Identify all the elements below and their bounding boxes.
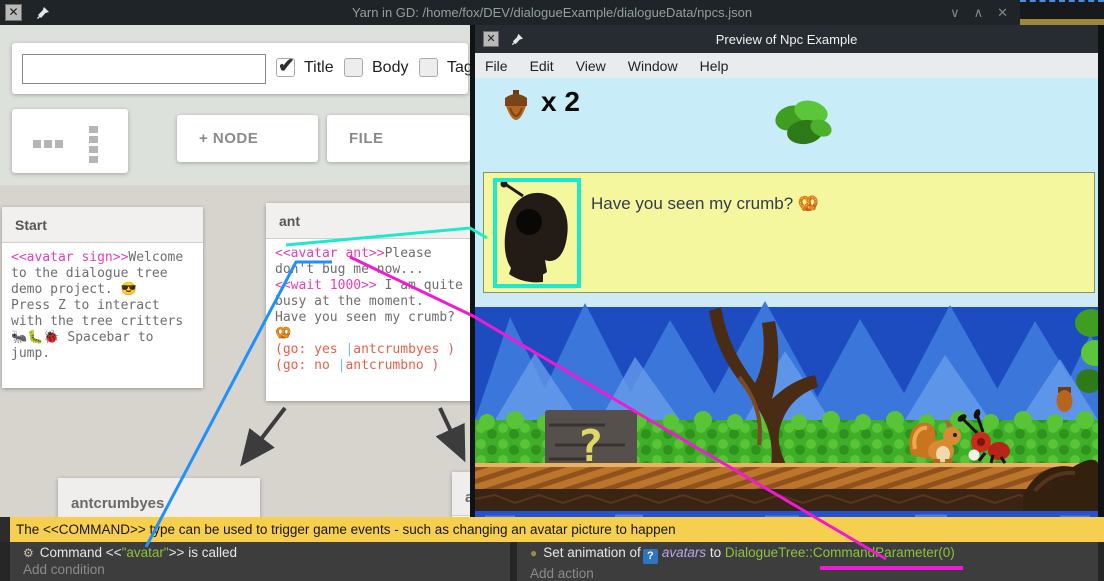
- search-input[interactable]: [22, 54, 266, 84]
- body-checkbox[interactable]: [344, 58, 363, 77]
- action-panel[interactable]: ●Set animation of?avatars to DialogueTre…: [517, 542, 1098, 581]
- minimize-button[interactable]: ∨: [950, 5, 960, 21]
- info-bar-notch: [0, 517, 10, 542]
- filter-body[interactable]: Body: [344, 58, 408, 77]
- preview-title: Preview of Npc Example: [475, 32, 1098, 47]
- dialogue-text: Have you seen my crumb? 🥨: [591, 194, 819, 214]
- info-bar: The <<COMMAND>> type can be used to trig…: [0, 517, 1104, 542]
- tags-checkbox[interactable]: [419, 58, 438, 77]
- check-icon: ✔: [278, 53, 295, 78]
- search-card: ✔ Title Body Tags: [12, 43, 468, 94]
- unknown-object-icon: ?: [643, 549, 658, 564]
- falling-acorn-sprite: [1057, 387, 1073, 412]
- menu-help[interactable]: Help: [700, 58, 729, 74]
- dialogue-box: Have you seen my crumb? 🥨: [483, 172, 1095, 293]
- layout-toggle-card[interactable]: [12, 109, 128, 173]
- leaf-sprite: [771, 96, 835, 150]
- game-viewport[interactable]: x 2 Have you s: [475, 78, 1098, 581]
- filter-title[interactable]: ✔ Title: [276, 58, 334, 77]
- wait-command: <<wait 1000>>: [275, 278, 377, 293]
- node-ant-title[interactable]: ant: [266, 203, 472, 239]
- menu-file[interactable]: File: [485, 58, 508, 74]
- node-start-body[interactable]: <<avatar sign>>Welcome to the dialogue t…: [2, 243, 203, 369]
- yarn-window-titlebar: ✕ Yarn in GD: /home/fox/DEV/dialogueExam…: [0, 0, 1104, 25]
- node-start-title[interactable]: Start: [2, 207, 203, 243]
- file-button[interactable]: FILE: [327, 115, 470, 162]
- window-title: Yarn in GD: /home/fox/DEV/dialogueExampl…: [0, 5, 1104, 20]
- action-object[interactable]: avatars: [662, 545, 706, 560]
- event-panels: ⚙Command <<"avatar">> is called Add cond…: [0, 542, 1104, 581]
- body-checkbox-label: Body: [372, 59, 408, 77]
- node-ant-body[interactable]: <<avatar ant>>Please don't bug me now...…: [266, 239, 472, 381]
- acorn-count: x 2: [541, 86, 580, 118]
- node-start[interactable]: Start <<avatar sign>>Welcome to the dial…: [2, 207, 203, 388]
- close-button[interactable]: ✕: [997, 5, 1008, 21]
- go-no-link: (go: no: [275, 358, 338, 373]
- horizontal-layout-icon[interactable]: [33, 140, 63, 148]
- game-scene: ?: [475, 295, 1098, 525]
- ant-avatar: [497, 182, 577, 284]
- menu-window[interactable]: Window: [628, 58, 678, 74]
- command-parameter[interactable]: "avatar": [122, 545, 169, 560]
- menu-view[interactable]: View: [576, 58, 606, 74]
- avatar-highlight-box: [493, 178, 581, 288]
- avatar-sign-command: <<avatar sign>>: [11, 250, 128, 265]
- preview-titlebar: ✕ Preview of Npc Example: [475, 25, 1098, 53]
- info-bar-text: The <<COMMAND>> type can be used to trig…: [16, 522, 676, 537]
- node-ant[interactable]: ant <<avatar ant>>Please don't bug me no…: [266, 203, 472, 401]
- action-icon: ●: [530, 546, 537, 560]
- maximize-button[interactable]: ∧: [974, 5, 984, 21]
- add-node-button[interactable]: + NODE: [177, 115, 318, 162]
- preview-window: ✕ Preview of Npc Example File Edit View …: [470, 25, 1104, 581]
- add-action-button[interactable]: Add action: [530, 566, 1098, 581]
- background-window-corner: [1020, 0, 1104, 25]
- go-yes-link: (go: yes: [275, 342, 345, 357]
- add-condition-button[interactable]: Add condition: [23, 562, 510, 577]
- command-icon: ⚙: [23, 546, 34, 560]
- title-checkbox[interactable]: ✔: [276, 58, 295, 77]
- title-checkbox-label: Title: [304, 59, 334, 77]
- action-value[interactable]: DialogueTree::CommandParameter(0): [725, 545, 955, 560]
- preview-menubar: File Edit View Window Help: [475, 53, 1098, 78]
- node-antcrumbyes-title[interactable]: antcrumbyes: [58, 478, 260, 522]
- avatar-ant-command: <<avatar ant>>: [275, 246, 385, 261]
- start-text: Welcome to the dialogue tree demo projec…: [11, 250, 191, 361]
- condition-panel[interactable]: ⚙Command <<"avatar">> is called Add cond…: [10, 542, 510, 581]
- acorn-hud-icon: [502, 90, 530, 134]
- menu-edit[interactable]: Edit: [530, 58, 554, 74]
- vertical-layout-icon[interactable]: [89, 126, 98, 163]
